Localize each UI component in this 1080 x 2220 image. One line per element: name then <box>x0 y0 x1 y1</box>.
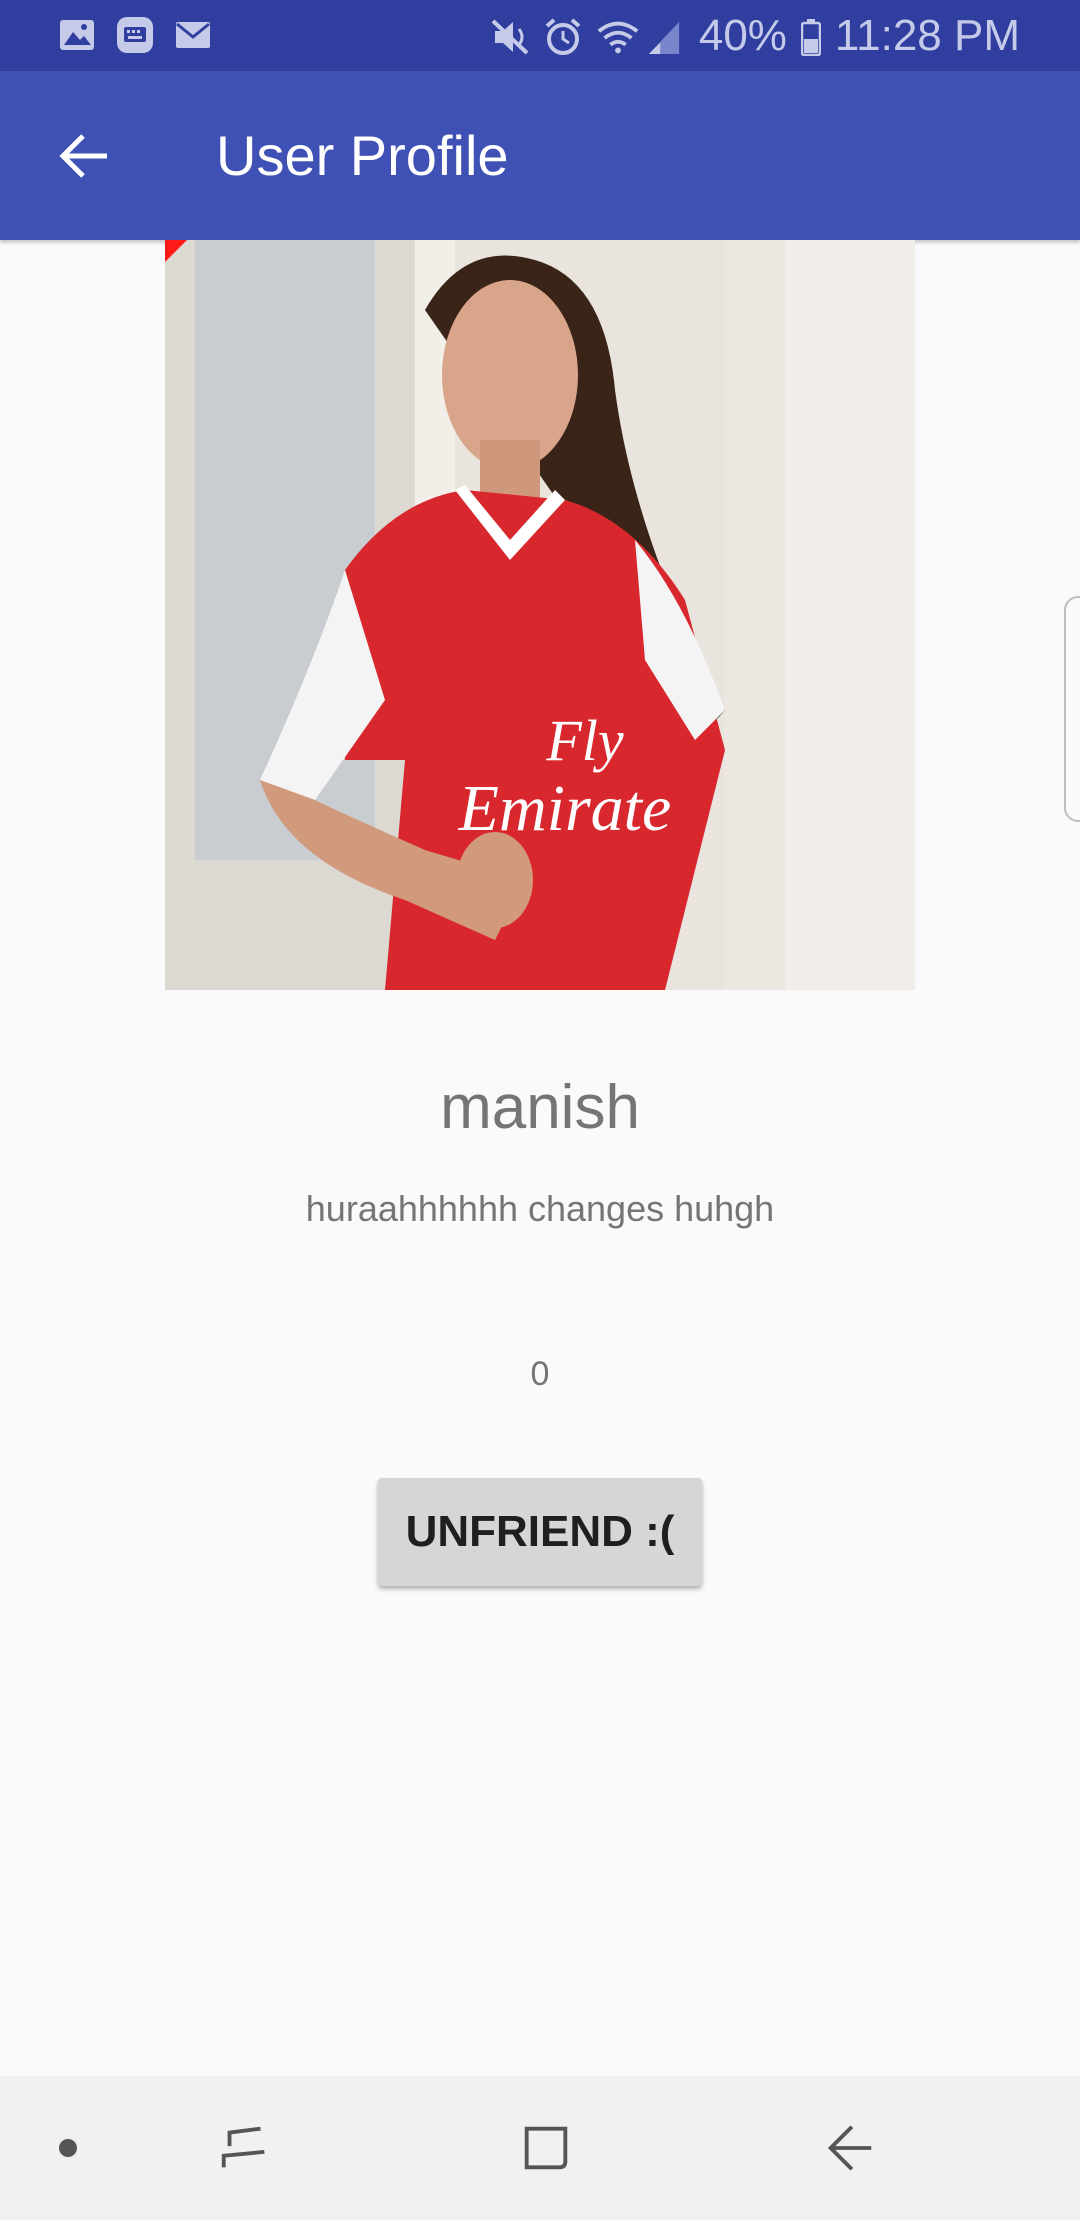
mail-icon <box>174 16 212 54</box>
wifi-icon <box>595 17 639 55</box>
friend-count: 0 <box>530 1355 550 1393</box>
back-icon <box>827 2125 872 2171</box>
home-icon <box>524 2126 568 2170</box>
profile-status: huraahhhhhh changes huhgh <box>305 1188 775 1229</box>
gallery-icon <box>58 16 96 54</box>
unfriend-button[interactable]: UNFRIEND :( <box>378 1478 702 1586</box>
status-bar: 40% 11:28 PM <box>0 0 1080 71</box>
svg-text:Emirate: Emirate <box>458 772 672 845</box>
clock: 11:28 PM <box>834 10 1020 60</box>
signal-icon <box>647 17 685 55</box>
back-nav-button[interactable] <box>804 2076 896 2220</box>
page-title: User Profile <box>216 124 509 187</box>
svg-text:Fly: Fly <box>545 708 624 773</box>
battery-icon <box>800 17 822 56</box>
profile-photo[interactable]: Fly Emirate <box>165 240 915 990</box>
status-left-icons <box>58 16 212 54</box>
mute-icon <box>491 17 529 55</box>
corner-flag <box>165 240 187 262</box>
app-bar: User Profile <box>0 71 1080 240</box>
recent-apps-button[interactable] <box>200 2076 290 2220</box>
alarm-icon <box>543 17 581 55</box>
back-button[interactable] <box>50 121 120 191</box>
profile-name: manish <box>440 1073 640 1142</box>
navigation-bar <box>0 2076 1080 2220</box>
battery-percent: 40% <box>698 10 787 60</box>
dot-icon <box>59 2139 77 2157</box>
keyboard-icon <box>116 16 154 54</box>
recent-apps-icon <box>221 2126 265 2168</box>
home-button[interactable] <box>500 2076 592 2220</box>
edge-panel-handle[interactable] <box>1064 596 1080 822</box>
nav-dot-button[interactable] <box>28 2076 108 2220</box>
arrow-back-icon <box>59 134 107 178</box>
status-right-icons: 40% 11:28 PM <box>491 0 1020 71</box>
